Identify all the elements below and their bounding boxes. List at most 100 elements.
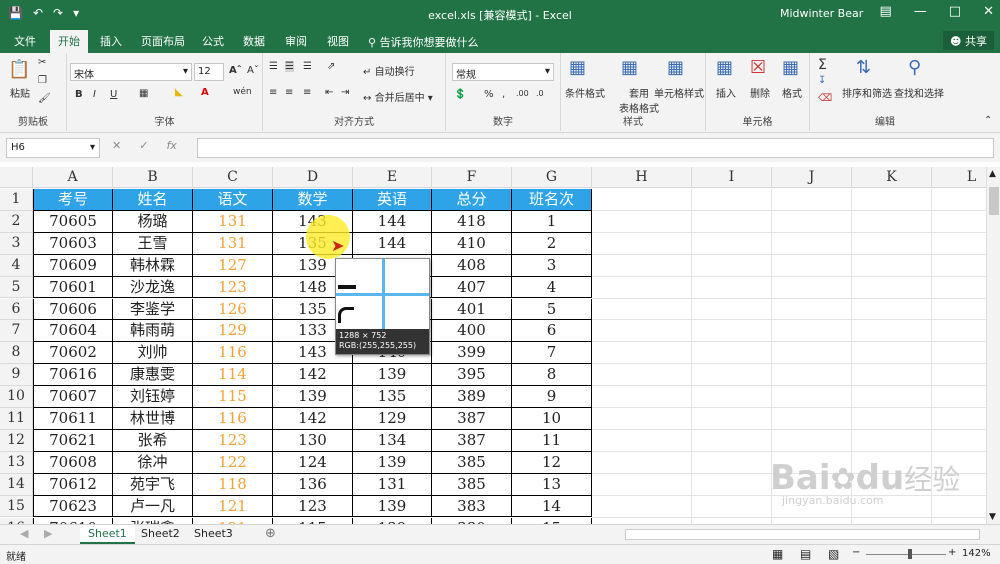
data-cell[interactable]: 70606: [33, 298, 113, 321]
data-cell[interactable]: 124: [273, 451, 353, 474]
row-header-4[interactable]: 4: [0, 254, 33, 277]
data-cell[interactable]: 1: [512, 210, 592, 233]
decrease-decimal-icon[interactable]: .0: [536, 89, 544, 98]
header-cell[interactable]: 数学: [273, 189, 353, 211]
data-cell[interactable]: 韩林霖: [113, 254, 193, 277]
data-cell[interactable]: 418: [432, 210, 512, 233]
data-cell[interactable]: 5: [512, 298, 592, 321]
paste-icon[interactable]: 📋: [8, 59, 30, 80]
data-cell[interactable]: 144: [353, 232, 432, 255]
data-cell[interactable]: 70616: [33, 364, 113, 387]
select-all-corner[interactable]: [0, 167, 33, 188]
row-header-15[interactable]: 15: [0, 495, 33, 518]
number-format-select[interactable]: 常规 ▾: [452, 63, 554, 81]
font-size-select[interactable]: 12: [194, 63, 224, 81]
increase-decimal-icon[interactable]: .00: [516, 89, 529, 98]
copy-icon[interactable]: ❐: [38, 75, 47, 86]
data-cell[interactable]: 沙龙逸: [113, 276, 193, 299]
header-cell[interactable]: 英语: [353, 189, 432, 211]
borders-icon[interactable]: ▦: [139, 88, 148, 99]
column-header-j[interactable]: J: [772, 167, 852, 188]
data-cell[interactable]: 389: [432, 386, 512, 408]
insert-function-icon[interactable]: fx: [166, 139, 176, 152]
decrease-indent-icon[interactable]: ⇤: [325, 87, 333, 98]
column-header-k[interactable]: K: [852, 167, 932, 188]
find-select-button[interactable]: 查找和选择: [894, 85, 944, 100]
row-header-2[interactable]: 2: [0, 210, 33, 233]
add-sheet-icon[interactable]: ⊕: [265, 526, 276, 541]
column-header-f[interactable]: F: [432, 167, 512, 188]
bold-icon[interactable]: B: [75, 89, 83, 100]
data-cell[interactable]: 70612: [33, 473, 113, 496]
data-cell[interactable]: 林世博: [113, 408, 193, 430]
orientation-icon[interactable]: ⇗: [327, 61, 335, 72]
tell-me-box[interactable]: ⚲ 告诉我你想要做什么: [368, 34, 479, 50]
tab-review[interactable]: 审阅: [285, 33, 307, 49]
data-cell[interactable]: 4: [512, 276, 592, 299]
data-cell[interactable]: 407: [432, 276, 512, 299]
tab-view[interactable]: 视图: [327, 33, 349, 49]
row-header-13[interactable]: 13: [0, 451, 33, 474]
insert-cells-icon[interactable]: ▦: [716, 57, 733, 78]
align-right-icon[interactable]: ≡: [303, 87, 311, 98]
header-cell[interactable]: 总分: [432, 189, 512, 211]
tab-data[interactable]: 数据: [243, 33, 265, 49]
underline-icon[interactable]: U: [110, 89, 117, 100]
data-cell[interactable]: 9: [512, 386, 592, 408]
format-painter-icon[interactable]: 🖌: [38, 93, 51, 104]
sheet-tab-sheet2[interactable]: Sheet2: [133, 525, 188, 544]
sheet-tab-sheet1[interactable]: Sheet1: [80, 525, 135, 544]
tab-page-layout[interactable]: 页面布局: [141, 33, 185, 49]
cell-styles-button[interactable]: 单元格样式: [654, 85, 704, 100]
data-cell[interactable]: 123: [193, 429, 273, 452]
data-cell[interactable]: 131: [193, 210, 273, 233]
share-button[interactable]: ☻ 共享: [943, 31, 994, 50]
row-header-14[interactable]: 14: [0, 473, 33, 496]
data-cell[interactable]: 12: [512, 451, 592, 474]
column-header-d[interactable]: D: [273, 167, 353, 188]
row-header-3[interactable]: 3: [0, 232, 33, 255]
delete-cells-icon[interactable]: ☒: [750, 57, 766, 78]
wrap-text-button[interactable]: ↵ 自动换行: [363, 63, 415, 78]
data-cell[interactable]: 70611: [33, 408, 113, 430]
data-cell[interactable]: 129: [353, 408, 432, 430]
column-header-c[interactable]: C: [193, 167, 273, 188]
data-cell[interactable]: 134: [353, 429, 432, 452]
data-cell[interactable]: 11: [512, 429, 592, 452]
sort-filter-button[interactable]: 排序和筛选: [842, 85, 892, 100]
data-cell[interactable]: 139: [353, 451, 432, 474]
data-cell[interactable]: 401: [432, 298, 512, 321]
tab-file[interactable]: 文件: [14, 33, 36, 49]
column-header-a[interactable]: A: [33, 167, 113, 188]
cell-styles-icon[interactable]: ▦: [667, 57, 684, 78]
zoom-in-icon[interactable]: +: [948, 547, 956, 558]
font-color-icon[interactable]: A: [201, 87, 209, 98]
data-cell[interactable]: 142: [273, 408, 353, 430]
data-cell[interactable]: 139: [273, 386, 353, 408]
row-header-5[interactable]: 5: [0, 276, 33, 299]
grow-font-icon[interactable]: Aˆ: [229, 65, 242, 76]
find-select-icon[interactable]: ⚲: [908, 57, 921, 78]
formula-input[interactable]: [197, 138, 994, 158]
normal-view-icon[interactable]: ▦: [772, 547, 783, 561]
data-cell[interactable]: 387: [432, 429, 512, 452]
data-cell[interactable]: 70601: [33, 276, 113, 299]
conditional-format-button[interactable]: 条件格式: [565, 85, 605, 100]
page-break-view-icon[interactable]: ▧: [828, 547, 839, 561]
data-cell[interactable]: 10: [512, 408, 592, 430]
row-header-6[interactable]: 6: [0, 298, 33, 321]
format-cells-button[interactable]: 格式: [782, 85, 802, 100]
data-cell[interactable]: 116: [193, 408, 273, 430]
increase-indent-icon[interactable]: ⇥: [341, 87, 349, 98]
data-cell[interactable]: 118: [193, 473, 273, 496]
data-cell[interactable]: 122: [193, 451, 273, 474]
data-cell[interactable]: 136: [273, 473, 353, 496]
data-cell[interactable]: 70609: [33, 254, 113, 277]
data-cell[interactable]: 徐冲: [113, 451, 193, 474]
data-cell[interactable]: 144: [353, 210, 432, 233]
data-cell[interactable]: 131: [193, 232, 273, 255]
data-cell[interactable]: 131: [353, 473, 432, 496]
data-cell[interactable]: 129: [193, 320, 273, 343]
ribbon-display-icon[interactable]: ▤: [880, 4, 892, 19]
align-left-icon[interactable]: ≡: [269, 87, 277, 98]
